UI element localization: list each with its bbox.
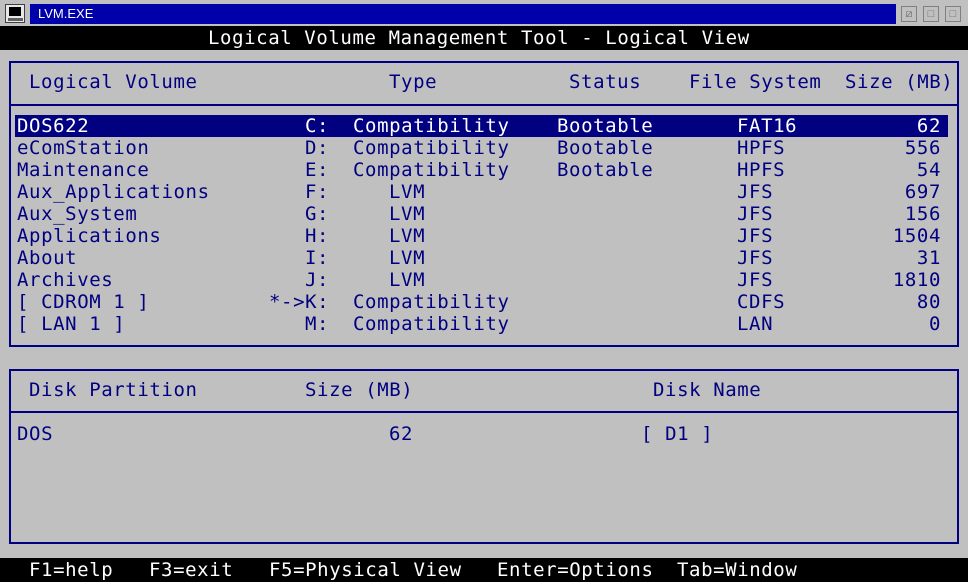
volume-header-divider [9, 104, 959, 106]
exit-key[interactable]: F3=exit [149, 559, 233, 581]
window-key[interactable]: Tab=Window [677, 559, 797, 581]
volume-fs: HPFS [737, 137, 786, 159]
window-title: LVM.EXE [38, 6, 94, 21]
volume-status: Bootable [557, 137, 654, 159]
restore-button[interactable]: □ [923, 6, 939, 22]
col-header-disk-name: Disk Name [653, 379, 762, 401]
volume-drive: C: [305, 115, 330, 137]
volume-status: Bootable [557, 115, 654, 137]
col-header-disk-partition: Disk Partition [29, 379, 198, 401]
volume-name: Applications [17, 225, 162, 247]
col-header-file-system: File System [689, 71, 822, 93]
volume-size: 697 [904, 181, 941, 203]
options-key[interactable]: Enter=Options [497, 559, 654, 581]
col-header-logical-volume: Logical Volume [29, 71, 198, 93]
volume-name: eComStation [17, 137, 150, 159]
col-header-partition-size: Size (MB) [305, 379, 414, 401]
volume-size: 80 [916, 291, 941, 313]
volume-fs: FAT16 [737, 115, 798, 137]
app-header: Logical Volume Management Tool - Logical… [0, 26, 968, 50]
volume-size: 0 [928, 313, 941, 335]
volume-drive: J: [305, 269, 330, 291]
volume-type: LVM [389, 269, 426, 291]
volume-fs: JFS [737, 181, 774, 203]
volume-type: LVM [389, 203, 426, 225]
console-window: Logical Volume Management Tool - Logical… [0, 26, 968, 582]
col-header-size: Size (MB) [845, 71, 954, 93]
volume-fs: HPFS [737, 159, 786, 181]
volume-drive: D: [305, 137, 330, 159]
titlebar-fill [30, 4, 896, 24]
volume-name: [ LAN 1 ] [17, 313, 126, 335]
volume-drive: F: [305, 181, 330, 203]
volume-name: Aux_Applications [17, 181, 210, 203]
volume-size: 54 [916, 159, 941, 181]
volume-size: 31 [916, 247, 941, 269]
volume-type: Compatibility [353, 137, 510, 159]
volume-status: Bootable [557, 159, 654, 181]
volume-fs: JFS [737, 225, 774, 247]
volume-fs: JFS [737, 247, 774, 269]
col-header-type: Type [389, 71, 438, 93]
volume-size: 1504 [892, 225, 941, 247]
volume-type: Compatibility [353, 313, 510, 335]
volume-drive: I: [305, 247, 330, 269]
volume-drive: E: [305, 159, 330, 181]
hide-button[interactable]: ⧄ [901, 6, 917, 22]
col-header-status: Status [569, 71, 642, 93]
volume-name: [ CDROM 1 ] [17, 291, 150, 313]
volume-type: Compatibility [353, 291, 510, 313]
volume-type: LVM [389, 247, 426, 269]
app-title: Logical Volume Management Tool - Logical… [208, 27, 750, 49]
partition-size: 62 [389, 423, 414, 445]
volume-size: 62 [916, 115, 941, 137]
volume-name: Aux_System [17, 203, 138, 225]
partition-header-divider [9, 411, 959, 413]
volume-fs: CDFS [737, 291, 786, 313]
volume-type: Compatibility [353, 159, 510, 181]
volume-fs: JFS [737, 203, 774, 225]
partition-name: DOS [17, 423, 54, 445]
volume-drive: *->K: [269, 291, 330, 313]
volume-drive: M: [305, 313, 330, 335]
volume-size: 156 [904, 203, 941, 225]
window-titlebar: LVM.EXE ⧄ □ □ [0, 0, 968, 26]
volume-size: 1810 [892, 269, 941, 291]
volume-type: Compatibility [353, 115, 510, 137]
system-menu-icon[interactable] [5, 4, 25, 23]
maximize-button[interactable]: □ [945, 6, 961, 22]
volume-name: Archives [17, 269, 114, 291]
volume-name: DOS622 [17, 115, 90, 137]
volume-fs: JFS [737, 269, 774, 291]
volume-size: 556 [904, 137, 941, 159]
help-key[interactable]: F1=help [29, 559, 113, 581]
physical-view-key[interactable]: F5=Physical View [269, 559, 462, 581]
volume-name: About [17, 247, 78, 269]
volume-fs: LAN [737, 313, 774, 335]
volume-drive: G: [305, 203, 330, 225]
volume-name: Maintenance [17, 159, 150, 181]
function-key-bar: F1=help F3=exit F5=Physical View Enter=O… [0, 558, 968, 582]
volume-type: LVM [389, 181, 426, 203]
volume-drive: H: [305, 225, 330, 247]
partition-disk: [ D1 ] [641, 423, 714, 445]
volume-type: LVM [389, 225, 426, 247]
